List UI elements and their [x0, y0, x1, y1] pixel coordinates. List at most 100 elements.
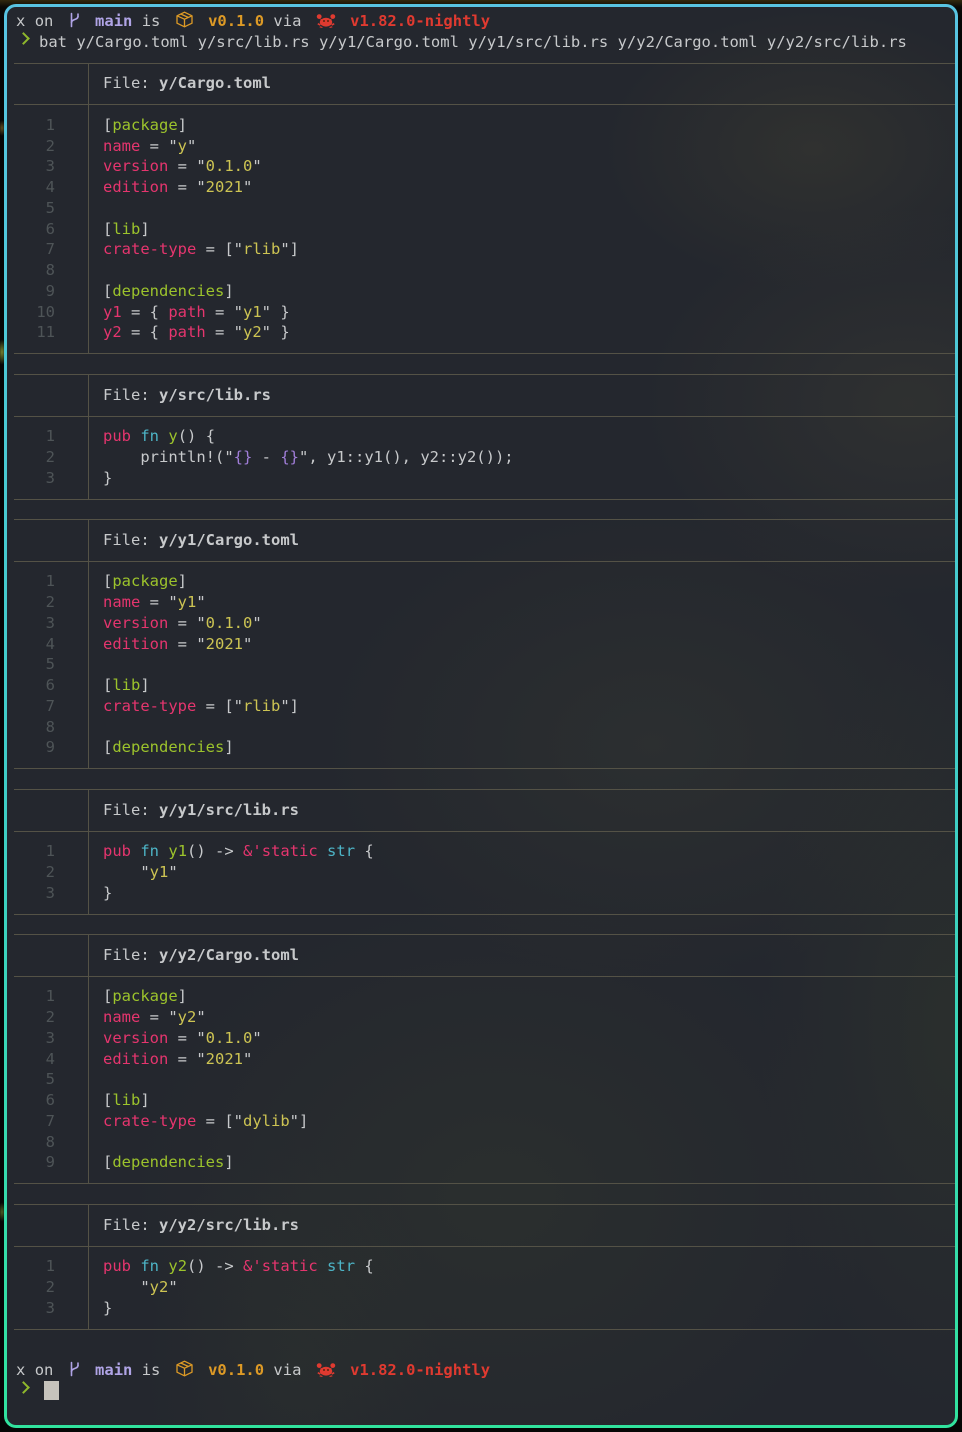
- code-line: 9[dependencies]: [14, 1152, 955, 1173]
- prompt-input-line[interactable]: [14, 1381, 955, 1402]
- code-text: println!("{} - {}", y1::y1(), y2::y2());: [89, 447, 955, 468]
- code-text: [dependencies]: [89, 281, 955, 302]
- grid-separator: [14, 966, 955, 987]
- code-text: crate-type = ["rlib"]: [89, 239, 955, 260]
- line-number: 7: [14, 696, 55, 717]
- code-line: 4edition = "2021": [14, 1049, 955, 1070]
- file-name: y/y1/Cargo.toml: [159, 531, 299, 549]
- code-text: crate-type = ["rlib"]: [89, 696, 955, 717]
- code-text: [lib]: [89, 1090, 955, 1111]
- git-branch-icon: [63, 12, 86, 30]
- code-text: [89, 260, 955, 281]
- grid-separator: [14, 509, 955, 530]
- file-block: File: y/y1/Cargo.toml 1[package]2 name = "…: [14, 509, 955, 779]
- line-number: 11: [14, 322, 55, 343]
- file-label: File:: [103, 946, 150, 964]
- file-header: File: y/y2/Cargo.toml: [14, 945, 955, 966]
- line-number: 2: [14, 447, 55, 468]
- package-icon: [170, 12, 199, 30]
- desktop-background: x on main is v0.1.0 via v1.82.0-nightly …: [0, 0, 962, 1432]
- prompt-segment: main: [95, 12, 132, 30]
- file-label: File:: [103, 74, 150, 92]
- prompt-segment: main: [95, 1361, 132, 1379]
- line-number: 5: [14, 1069, 55, 1090]
- code-text: version = "0.1.0": [89, 156, 955, 177]
- line-number: 1: [14, 841, 55, 862]
- line-number: 2: [14, 862, 55, 883]
- prompt-segment: v1.82.0-nightly: [350, 12, 490, 30]
- file-name: y/Cargo.toml: [159, 74, 271, 92]
- code-line: 1[package]: [14, 986, 955, 1007]
- code-line: 7crate-type = ["dylib"]: [14, 1111, 955, 1132]
- file-label: File:: [103, 801, 150, 819]
- grid-separator: [14, 1235, 955, 1256]
- file-header: File: y/y2/src/lib.rs: [14, 1215, 955, 1236]
- grid-separator: [14, 758, 955, 779]
- code-text: [package]: [89, 115, 955, 136]
- code-line: 6 [lib]: [14, 1090, 955, 1111]
- code-line: 3}: [14, 468, 955, 489]
- code-line: 5: [14, 1069, 955, 1090]
- grid-separator: [14, 1194, 955, 1215]
- code-text: [lib]: [89, 219, 955, 240]
- line-number: 3: [14, 1298, 55, 1319]
- line-number: 5: [14, 654, 55, 675]
- prompt-segment: is: [142, 12, 161, 30]
- code-text: "y2": [89, 1277, 955, 1298]
- line-number: 9: [14, 1152, 55, 1173]
- code-text: [dependencies]: [89, 737, 955, 758]
- code-line: 2name = "y": [14, 136, 955, 157]
- code-text: [89, 654, 955, 675]
- terminal-window-border: x on main is v0.1.0 via v1.82.0-nightly …: [4, 4, 958, 1428]
- code-line: 4edition = "2021": [14, 177, 955, 198]
- code-line: 7 crate-type = ["rlib"]: [14, 696, 955, 717]
- terminal-cursor: [44, 1381, 59, 1400]
- line-number: 8: [14, 717, 55, 738]
- line-number: 3: [14, 613, 55, 634]
- file-block: File: y/y2/src/lib.rs1pub fn y2() -> &'s…: [14, 1194, 955, 1339]
- line-number: 4: [14, 1049, 55, 1070]
- line-number: 4: [14, 634, 55, 655]
- file-name: y/y2/Cargo.toml: [159, 946, 299, 964]
- blank-line: [14, 1339, 955, 1360]
- code-line: 3version = "0.1.0": [14, 156, 955, 177]
- line-number: 6: [14, 219, 55, 240]
- code-line: 6[lib]: [14, 675, 955, 696]
- prompt-segment: v0.1.0: [208, 1361, 264, 1379]
- code-text: name = "y1": [89, 592, 955, 613]
- code-line: 5: [14, 198, 955, 219]
- line-number: 6: [14, 1090, 55, 1111]
- code-text: [package]: [89, 986, 955, 1007]
- line-number: 2: [14, 1277, 55, 1298]
- terminal-window[interactable]: x on main is v0.1.0 via v1.82.0-nightly …: [7, 7, 955, 1425]
- code-text: }: [89, 468, 955, 489]
- code-text: [package]: [89, 571, 955, 592]
- line-number: 9: [14, 281, 55, 302]
- file-header: File: y/y1/src/lib.rs: [14, 800, 955, 821]
- prompt-segment: x: [16, 1361, 25, 1379]
- code-line: 1 pub fn y1() -> &'static str {: [14, 841, 955, 862]
- grid-separator: [14, 94, 955, 115]
- line-number: 8: [14, 260, 55, 281]
- command-text: bat y/Cargo.toml y/src/lib.rs y/y1/Cargo…: [39, 33, 907, 51]
- prompt-segment: via: [273, 12, 301, 30]
- code-line: 9 [dependencies]: [14, 737, 955, 758]
- package-icon: [170, 1361, 199, 1379]
- code-line: 3}: [14, 883, 955, 904]
- line-number: 1: [14, 1256, 55, 1277]
- code-line: 9 [dependencies]: [14, 281, 955, 302]
- line-number: 9: [14, 737, 55, 758]
- grid-separator: [14, 343, 955, 364]
- code-line: 1[package]: [14, 571, 955, 592]
- line-number: 2: [14, 592, 55, 613]
- prompt-segment: is: [142, 1361, 161, 1379]
- prompt-segment: v0.1.0: [208, 12, 264, 30]
- line-number: 2: [14, 136, 55, 157]
- code-text: pub fn y1() -> &'static str {: [89, 841, 955, 862]
- file-label: File:: [103, 531, 150, 549]
- file-block: File: y/y2/Cargo.toml1[package]2name = "…: [14, 924, 955, 1194]
- file-label: File:: [103, 1216, 150, 1234]
- grid-separator: [14, 779, 955, 800]
- code-line: 2 "y2": [14, 1277, 955, 1298]
- code-line: 7crate-type = ["rlib"]: [14, 239, 955, 260]
